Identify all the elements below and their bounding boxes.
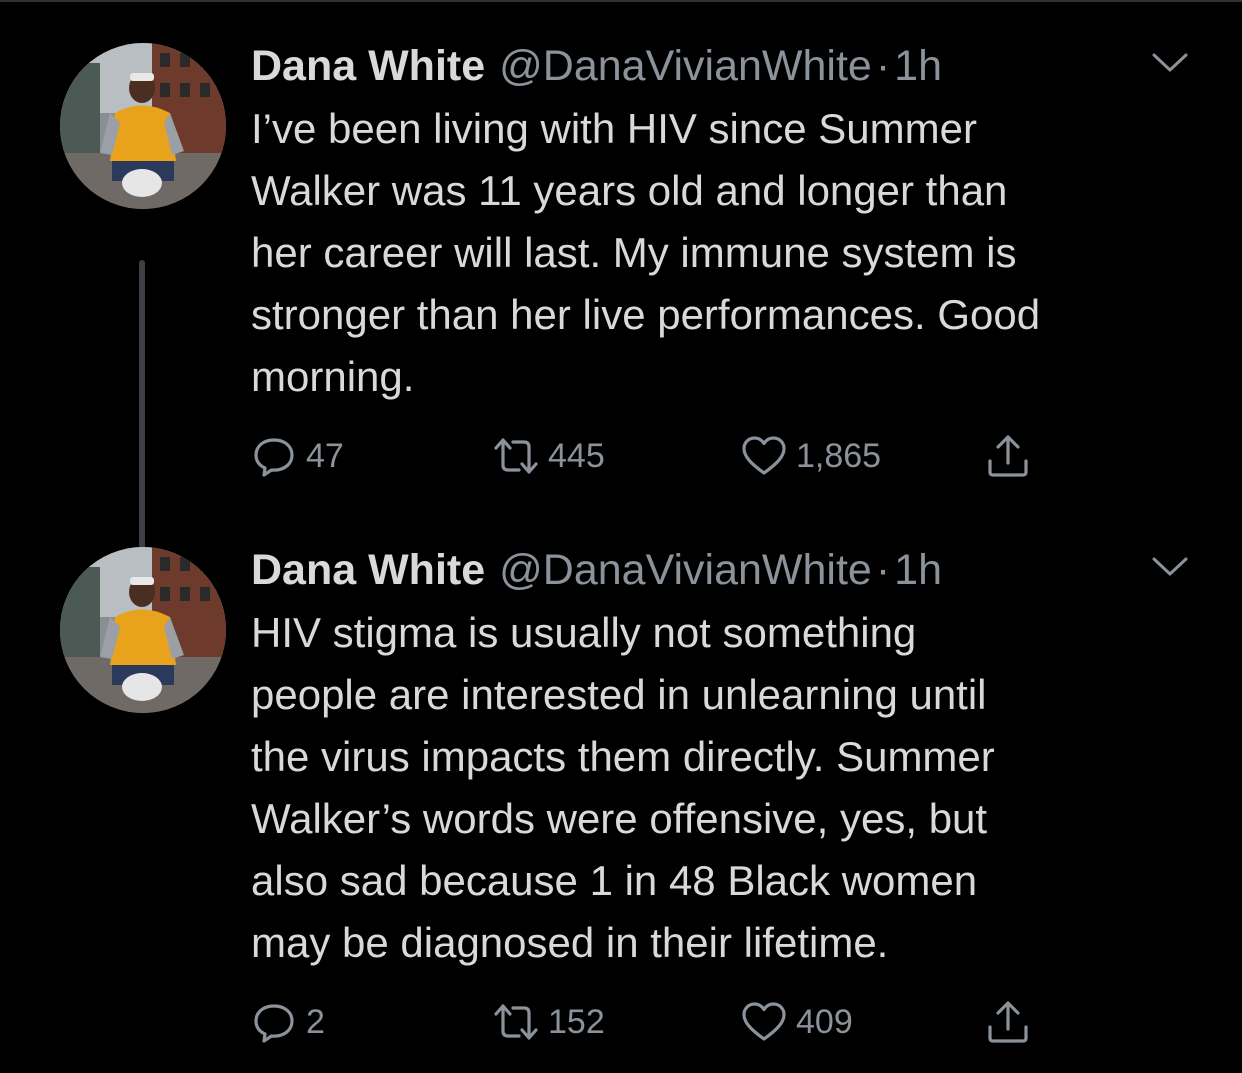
- retweet-icon: [494, 438, 538, 474]
- tweet-header: Dana White @DanaVivianWhite · 1h: [251, 542, 942, 598]
- share-icon: [988, 1001, 1028, 1043]
- top-divider: [0, 0, 1242, 2]
- timestamp[interactable]: 1h: [894, 546, 942, 595]
- avatar[interactable]: [60, 43, 226, 209]
- reply-button[interactable]: 2: [250, 996, 325, 1048]
- tweet-text-line: I’ve been living with HIV since Summer: [251, 105, 977, 152]
- separator-dot: ·: [875, 545, 891, 594]
- username[interactable]: @DanaVivianWhite: [499, 546, 872, 595]
- share-button[interactable]: [984, 430, 1032, 482]
- heart-icon: [742, 436, 786, 475]
- like-button[interactable]: 1,865: [740, 430, 881, 482]
- tweet-text: HIV stigma is usually not something peop…: [251, 602, 1201, 974]
- separator-dot: ·: [875, 41, 891, 90]
- thread-line: [139, 260, 145, 568]
- username[interactable]: @DanaVivianWhite: [499, 42, 872, 91]
- chevron-down-icon[interactable]: [1150, 554, 1190, 580]
- tweet-actions: 2 152 409: [0, 996, 1242, 1048]
- tweet-text-line: people are interested in unlearning unti…: [251, 671, 987, 718]
- tweet-text-line: the virus impacts them directly. Summer: [251, 733, 995, 780]
- display-name[interactable]: Dana White: [251, 546, 485, 595]
- timestamp[interactable]: 1h: [894, 42, 942, 91]
- reply-count: 47: [306, 436, 344, 475]
- like-count: 409: [796, 1002, 853, 1041]
- tweet-text-line: HIV stigma is usually not something: [251, 609, 917, 656]
- heart-icon: [742, 1002, 786, 1041]
- retweet-icon: [494, 1004, 538, 1040]
- tweet-text-line: Walker was 11 years old and longer than: [251, 167, 1008, 214]
- display-name[interactable]: Dana White: [251, 42, 485, 91]
- tweet-header: Dana White @DanaVivianWhite · 1h: [251, 38, 942, 94]
- reply-count: 2: [306, 1002, 325, 1041]
- chevron-down-icon[interactable]: [1150, 50, 1190, 76]
- retweet-button[interactable]: 152: [492, 996, 605, 1048]
- share-icon: [988, 435, 1028, 477]
- retweet-count: 152: [548, 1002, 605, 1041]
- tweet-text-line: stronger than her live performances. Goo…: [251, 291, 1041, 338]
- retweet-count: 445: [548, 436, 605, 475]
- tweet-text-line: morning.: [251, 353, 415, 400]
- tweet-actions: 47 445 1,865: [0, 430, 1242, 482]
- reply-button[interactable]: 47: [250, 430, 344, 482]
- tweet-text: I’ve been living with HIV since Summer W…: [251, 98, 1201, 408]
- tweet-text-line: also sad because 1 in 48 Black women: [251, 857, 978, 904]
- avatar[interactable]: [60, 547, 226, 713]
- share-button[interactable]: [984, 996, 1032, 1048]
- like-button[interactable]: 409: [740, 996, 853, 1048]
- reply-icon: [254, 438, 294, 477]
- retweet-button[interactable]: 445: [492, 430, 605, 482]
- like-count: 1,865: [796, 436, 882, 475]
- tweet-text-line: her career will last. My immune system i…: [251, 229, 1017, 276]
- tweet-text-line: may be diagnosed in their lifetime.: [251, 919, 889, 966]
- tweet-text-line: Walker’s words were offensive, yes, but: [251, 795, 988, 842]
- reply-icon: [254, 1004, 294, 1043]
